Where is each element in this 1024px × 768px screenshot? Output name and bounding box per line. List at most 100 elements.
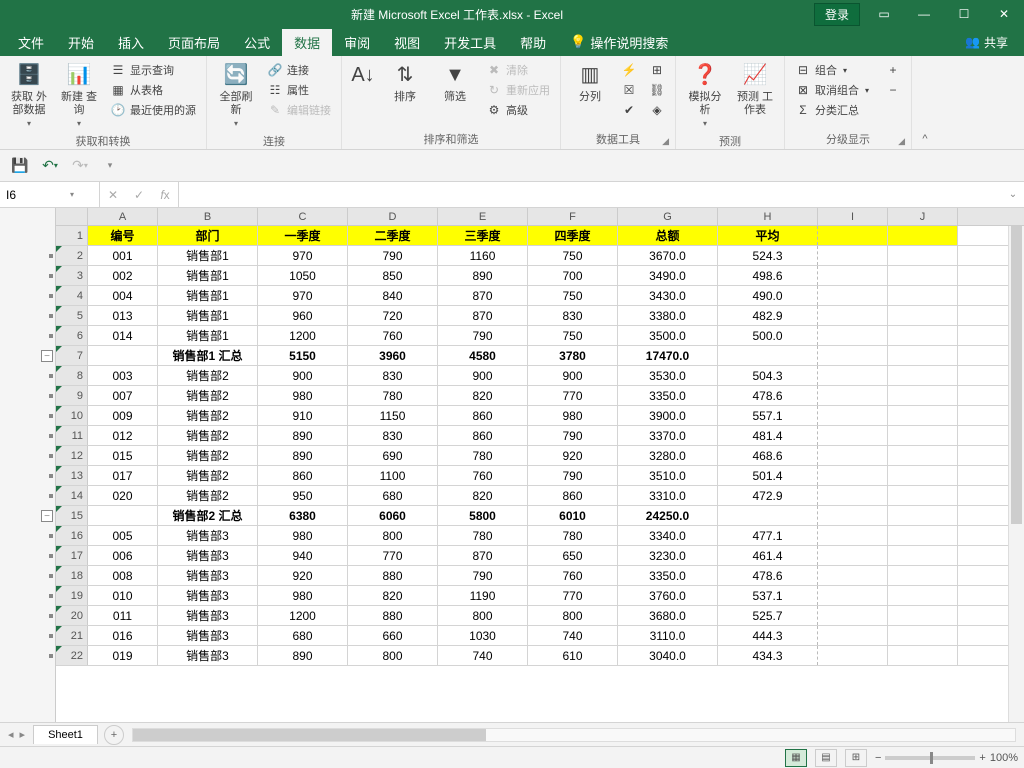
cell[interactable]: 870 xyxy=(438,306,528,325)
cell[interactable]: 6380 xyxy=(258,506,348,525)
cell[interactable]: 销售部1 汇总 xyxy=(158,346,258,365)
cell[interactable]: 700 xyxy=(528,266,618,285)
cell[interactable]: 019 xyxy=(88,646,158,665)
row-header[interactable]: 11 xyxy=(56,426,88,445)
cell[interactable]: 部门 xyxy=(158,226,258,245)
cell[interactable]: 销售部1 xyxy=(158,286,258,305)
cell[interactable]: 销售部1 xyxy=(158,266,258,285)
cell[interactable] xyxy=(818,406,888,425)
column-header[interactable]: A xyxy=(88,208,158,225)
tab-data[interactable]: 数据 xyxy=(282,29,332,56)
column-header[interactable]: E xyxy=(438,208,528,225)
cell[interactable]: 销售部3 xyxy=(158,606,258,625)
cell[interactable]: 482.9 xyxy=(718,306,818,325)
cell[interactable]: 910 xyxy=(258,406,348,425)
cell[interactable]: 002 xyxy=(88,266,158,285)
cell[interactable]: 800 xyxy=(438,606,528,625)
row-header[interactable]: 3 xyxy=(56,266,88,285)
cell[interactable] xyxy=(818,646,888,665)
cell[interactable] xyxy=(888,366,958,385)
cell[interactable] xyxy=(818,386,888,405)
cell[interactable]: 销售部2 xyxy=(158,426,258,445)
cell[interactable] xyxy=(818,286,888,305)
cell[interactable]: 500.0 xyxy=(718,326,818,345)
tab-nav-last[interactable]: ▸ xyxy=(18,728,28,741)
scrollbar-thumb[interactable] xyxy=(1011,226,1022,524)
cell[interactable]: 501.4 xyxy=(718,466,818,485)
cell[interactable]: 3760.0 xyxy=(618,586,718,605)
normal-view-button[interactable]: ▦ xyxy=(785,749,807,767)
zoom-out-button[interactable]: − xyxy=(875,752,881,764)
cell[interactable] xyxy=(888,646,958,665)
accept-formula-button[interactable]: ✓ xyxy=(126,188,152,202)
cell[interactable] xyxy=(718,346,818,365)
cell[interactable]: 编号 xyxy=(88,226,158,245)
qat-customize-button[interactable]: ▾ xyxy=(98,154,122,178)
row-header[interactable]: 21 xyxy=(56,626,88,645)
cell[interactable]: 840 xyxy=(348,286,438,305)
zoom-level[interactable]: 100% xyxy=(990,752,1018,764)
cell[interactable] xyxy=(818,426,888,445)
cell[interactable]: 3780 xyxy=(528,346,618,365)
cell[interactable]: 780 xyxy=(348,386,438,405)
cell[interactable] xyxy=(888,466,958,485)
zoom-slider[interactable] xyxy=(885,756,975,760)
cell[interactable]: 940 xyxy=(258,546,348,565)
cell[interactable]: 007 xyxy=(88,386,158,405)
cell[interactable] xyxy=(888,226,958,245)
cell[interactable]: 468.6 xyxy=(718,446,818,465)
cell[interactable]: 17470.0 xyxy=(618,346,718,365)
cell[interactable]: 720 xyxy=(348,306,438,325)
cell[interactable]: 3680.0 xyxy=(618,606,718,625)
cell[interactable]: 800 xyxy=(348,646,438,665)
consolidate-button[interactable]: ⊞ xyxy=(645,61,669,79)
login-button[interactable]: 登录 xyxy=(814,3,860,26)
cell[interactable] xyxy=(818,526,888,545)
cell[interactable]: 3960 xyxy=(348,346,438,365)
cell[interactable]: 680 xyxy=(348,486,438,505)
filter-button[interactable]: ▼筛选 xyxy=(432,59,478,106)
cell[interactable]: 销售部2 汇总 xyxy=(158,506,258,525)
row-header[interactable]: 9 xyxy=(56,386,88,405)
cell[interactable]: 3370.0 xyxy=(618,426,718,445)
cell[interactable]: 504.3 xyxy=(718,366,818,385)
tab-formula[interactable]: 公式 xyxy=(232,29,282,56)
cell[interactable] xyxy=(888,506,958,525)
cell[interactable]: 498.6 xyxy=(718,266,818,285)
cell[interactable]: 780 xyxy=(438,526,528,545)
tab-dev[interactable]: 开发工具 xyxy=(432,29,508,56)
cell[interactable]: 014 xyxy=(88,326,158,345)
page-break-view-button[interactable]: ⊞ xyxy=(845,749,867,767)
relationships-button[interactable]: ⛓ xyxy=(645,81,669,99)
cell[interactable]: 790 xyxy=(438,566,528,585)
cell[interactable]: 900 xyxy=(528,366,618,385)
cell[interactable]: 490.0 xyxy=(718,286,818,305)
cell[interactable]: 478.6 xyxy=(718,386,818,405)
get-external-data-button[interactable]: 🗄️获取 外部数据▾ xyxy=(6,59,52,131)
cell[interactable]: 557.1 xyxy=(718,406,818,425)
row-header[interactable]: 5 xyxy=(56,306,88,325)
cell[interactable]: 790 xyxy=(348,246,438,265)
select-all-corner[interactable] xyxy=(56,208,88,225)
expand-formula-bar-button[interactable]: ⌄ xyxy=(1002,182,1024,207)
row-header[interactable]: 16 xyxy=(56,526,88,545)
cell[interactable]: 780 xyxy=(438,446,528,465)
minimize-button[interactable]: — xyxy=(904,0,944,28)
flash-fill-button[interactable]: ⚡ xyxy=(617,61,641,79)
page-layout-view-button[interactable]: ▤ xyxy=(815,749,837,767)
name-box[interactable]: ▾ xyxy=(0,182,100,207)
cell[interactable]: 870 xyxy=(438,286,528,305)
grid[interactable]: ABCDEFGHIJ 1编号部门一季度二季度三季度四季度总额平均2001销售部1… xyxy=(56,208,1024,722)
chevron-down-icon[interactable]: ▾ xyxy=(70,190,74,199)
edit-links-button[interactable]: ✎编辑链接 xyxy=(263,101,335,119)
refresh-all-button[interactable]: 🔄全部刷新▾ xyxy=(213,59,259,131)
cell[interactable]: 880 xyxy=(348,606,438,625)
cell[interactable]: 一季度 xyxy=(258,226,348,245)
save-button[interactable]: 💾 xyxy=(8,154,32,178)
properties-button[interactable]: ☷属性 xyxy=(263,81,335,99)
redo-button[interactable]: ↷▾ xyxy=(68,154,92,178)
row-header[interactable]: 15 xyxy=(56,506,88,525)
cell[interactable]: 830 xyxy=(528,306,618,325)
cell[interactable] xyxy=(888,446,958,465)
cell[interactable]: 001 xyxy=(88,246,158,265)
